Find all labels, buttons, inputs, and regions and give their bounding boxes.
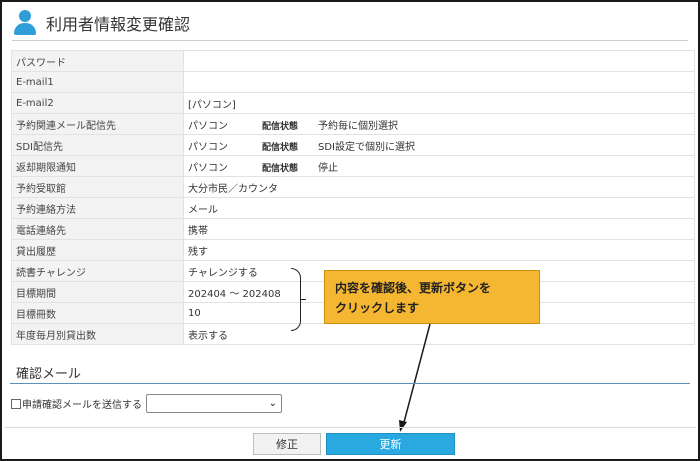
delivery-target: パソコン <box>188 162 228 174</box>
row-value: 携帯 <box>183 218 695 240</box>
row-label: E-mail1 <box>11 71 184 93</box>
page-header: 利用者情報変更確認 <box>10 6 190 40</box>
send-confirm-mail-label: 申請確認メールを送信する <box>22 400 142 411</box>
callout-line-1: 内容を確認後、更新ボタンを <box>335 281 492 295</box>
row-value: パソコン 配信状態 予約毎に個別選択 <box>183 113 695 135</box>
row-label: パスワード <box>11 50 184 72</box>
table-row: パスワード <box>11 50 695 72</box>
row-label: 年度毎月別貸出数 <box>11 323 184 345</box>
table-row: 貸出履歴 残す <box>11 239 695 261</box>
delivery-status-value: 予約毎に個別選択 <box>318 120 398 132</box>
footer-divider <box>4 427 696 428</box>
row-value <box>183 71 695 93</box>
table-row: 電話連絡先 携帯 <box>11 218 695 240</box>
table-row: E-mail1 <box>11 71 695 93</box>
row-value: 表示する <box>183 323 695 345</box>
row-label: 予約関連メール配信先 <box>11 113 184 135</box>
row-value: メール <box>183 197 695 219</box>
row-value: 残す <box>183 239 695 261</box>
instruction-callout: 内容を確認後、更新ボタンを クリックします <box>324 270 540 324</box>
delivery-status-label: 配信状態 <box>262 121 299 132</box>
row-label: 目標期間 <box>11 281 184 303</box>
modify-button[interactable]: 修正 <box>253 433 321 455</box>
chevron-down-icon: ⌄ <box>268 398 277 409</box>
mail-address-select[interactable]: ⌄ <box>146 394 282 413</box>
table-row: 予約受取館 大分市民／カウンタ <box>11 176 695 198</box>
update-button[interactable]: 更新 <box>326 433 455 455</box>
row-label: 読書チャレンジ <box>11 260 184 282</box>
send-confirm-mail-checkbox[interactable] <box>11 398 21 409</box>
row-value <box>183 50 695 72</box>
row-label: 電話連絡先 <box>11 218 184 240</box>
row-value: 大分市民／カウンタ <box>183 176 695 198</box>
row-label: 予約受取館 <box>11 176 184 198</box>
row-value: パソコン 配信状態 停止 <box>183 155 695 177</box>
header-divider <box>12 40 688 41</box>
delivery-status-value: SDI設定で個別に選択 <box>318 141 415 153</box>
annotation-bracket-tip <box>300 299 306 300</box>
table-row: 予約連絡方法 メール <box>11 197 695 219</box>
delivery-target: パソコン <box>188 120 228 132</box>
user-icon <box>14 10 36 36</box>
delivery-target: パソコン <box>188 141 228 153</box>
table-row: SDI配信先 パソコン 配信状態 SDI設定で個別に選択 <box>11 134 695 156</box>
section-divider <box>10 383 690 384</box>
row-value: [パソコン] <box>183 92 695 114</box>
page-frame: 利用者情報変更確認 パスワード E-mail1 E-mail2 [パソコン] 予… <box>0 0 700 461</box>
table-row: E-mail2 [パソコン] <box>11 92 695 114</box>
row-label: E-mail2 <box>11 92 184 114</box>
row-value: パソコン 配信状態 SDI設定で個別に選択 <box>183 134 695 156</box>
table-row: 年度毎月別貸出数 表示する <box>11 323 695 345</box>
row-label: 貸出履歴 <box>11 239 184 261</box>
table-row: 返却期限通知 パソコン 配信状態 停止 <box>11 155 695 177</box>
row-label: 目標冊数 <box>11 302 184 324</box>
row-label: 予約連絡方法 <box>11 197 184 219</box>
row-label: 返却期限通知 <box>11 155 184 177</box>
delivery-status-label: 配信状態 <box>262 142 299 153</box>
page-title: 利用者情報変更確認 <box>46 15 191 34</box>
confirm-mail-heading: 確認メール <box>16 367 82 382</box>
table-row: 予約関連メール配信先 パソコン 配信状態 予約毎に個別選択 <box>11 113 695 135</box>
send-mail-row: 申請確認メールを送信する ⌄ <box>11 394 282 413</box>
row-label: SDI配信先 <box>11 134 184 156</box>
delivery-status-value: 停止 <box>318 162 338 174</box>
delivery-status-label: 配信状態 <box>262 163 299 174</box>
callout-line-2: クリックします <box>335 301 420 315</box>
